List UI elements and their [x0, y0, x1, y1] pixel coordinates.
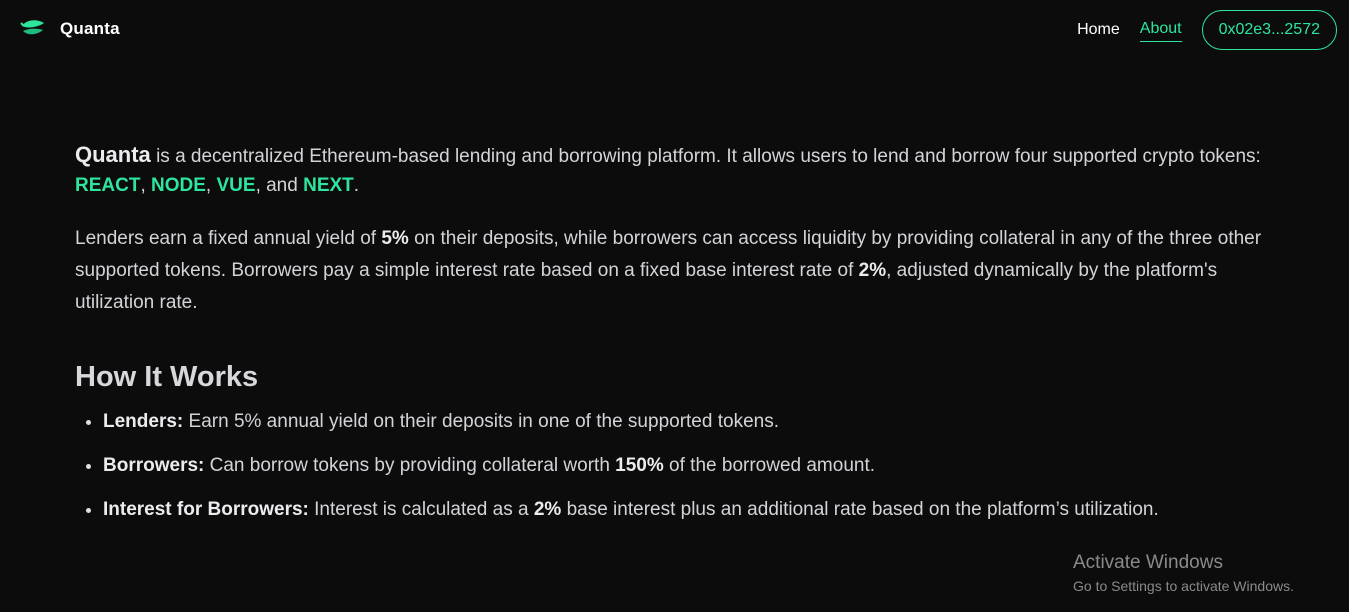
nav-link-about[interactable]: About — [1139, 19, 1182, 42]
list-item-interest: Interest for Borrowers: Interest is calc… — [103, 497, 1275, 523]
token-next: NEXT — [303, 175, 354, 196]
collateral-ratio: 150% — [615, 455, 664, 476]
token-vue: VUE — [216, 175, 256, 196]
separator: , — [140, 175, 152, 196]
about-content: Quanta is a decentralized Ethereum-based… — [75, 140, 1275, 541]
item-label: Interest for Borrowers: — [103, 499, 309, 520]
intro-paragraph: Quanta is a decentralized Ethereum-based… — [75, 140, 1275, 200]
top-nav: Quanta Home About 0x02e3...2572 — [0, 0, 1349, 62]
list-item-lenders: Lenders: Earn 5% annual yield on their d… — [103, 409, 1275, 435]
intro-text: is a decentralized Ethereum-based lendin… — [150, 146, 1261, 167]
item-text: Earn 5% annual yield on their deposits i… — [183, 411, 779, 432]
token-node: NODE — [151, 175, 206, 196]
base-rate: 2% — [858, 260, 887, 281]
lender-yield: 5% — [381, 228, 409, 249]
intro-brand: Quanta — [75, 142, 151, 167]
item-text: of the borrowed amount. — [663, 455, 876, 476]
watermark-subtitle: Go to Settings to activate Windows. — [1073, 578, 1294, 594]
item-text: base interest plus an additional rate ba… — [561, 499, 1159, 520]
wallet-address-button[interactable]: 0x02e3...2572 — [1201, 10, 1337, 50]
separator: . — [353, 175, 360, 196]
token-react: REACT — [75, 175, 141, 196]
rates-text: Lenders earn a fixed annual yield of — [75, 228, 382, 249]
how-it-works-list: Lenders: Earn 5% annual yield on their d… — [75, 409, 1275, 523]
item-label: Borrowers: — [103, 455, 205, 476]
how-it-works-heading: How It Works — [75, 361, 259, 393]
nav-links: Home About 0x02e3...2572 — [1077, 10, 1337, 50]
separator: , and — [255, 175, 304, 196]
item-text: Can borrow tokens by providing collatera… — [204, 455, 616, 476]
logo[interactable]: Quanta — [20, 17, 120, 41]
separator: , — [205, 175, 217, 196]
interest-base-rate: 2% — [533, 499, 562, 520]
nav-link-home[interactable]: Home — [1077, 20, 1120, 40]
watermark-title: Activate Windows — [1073, 552, 1223, 573]
leaf-logo-icon — [20, 20, 44, 35]
item-text: Interest is calculated as a — [308, 499, 534, 520]
list-item-borrowers: Borrowers: Can borrow tokens by providin… — [103, 453, 1275, 479]
rates-paragraph: Lenders earn a fixed annual yield of 5% … — [75, 223, 1275, 319]
item-label: Lenders: — [103, 411, 184, 432]
windows-activation-watermark: Activate Windows Go to Settings to activ… — [1073, 551, 1294, 595]
brand-name: Quanta — [60, 19, 120, 38]
